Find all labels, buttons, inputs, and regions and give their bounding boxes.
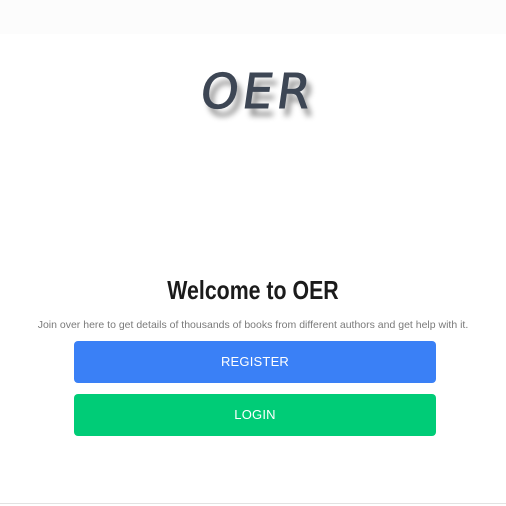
page: OER Welcome to OER Join over here to get… bbox=[0, 0, 506, 506]
logo-container: OER bbox=[0, 62, 506, 132]
login-button[interactable]: LOGIN bbox=[74, 394, 436, 436]
register-button[interactable]: REGISTER bbox=[74, 341, 436, 383]
top-bar bbox=[0, 0, 506, 34]
app-logo: OER bbox=[197, 64, 319, 121]
bottom-divider bbox=[0, 503, 506, 504]
welcome-subtitle: Join over here to get details of thousan… bbox=[37, 319, 469, 331]
welcome-title: Welcome to OER bbox=[167, 275, 339, 305]
